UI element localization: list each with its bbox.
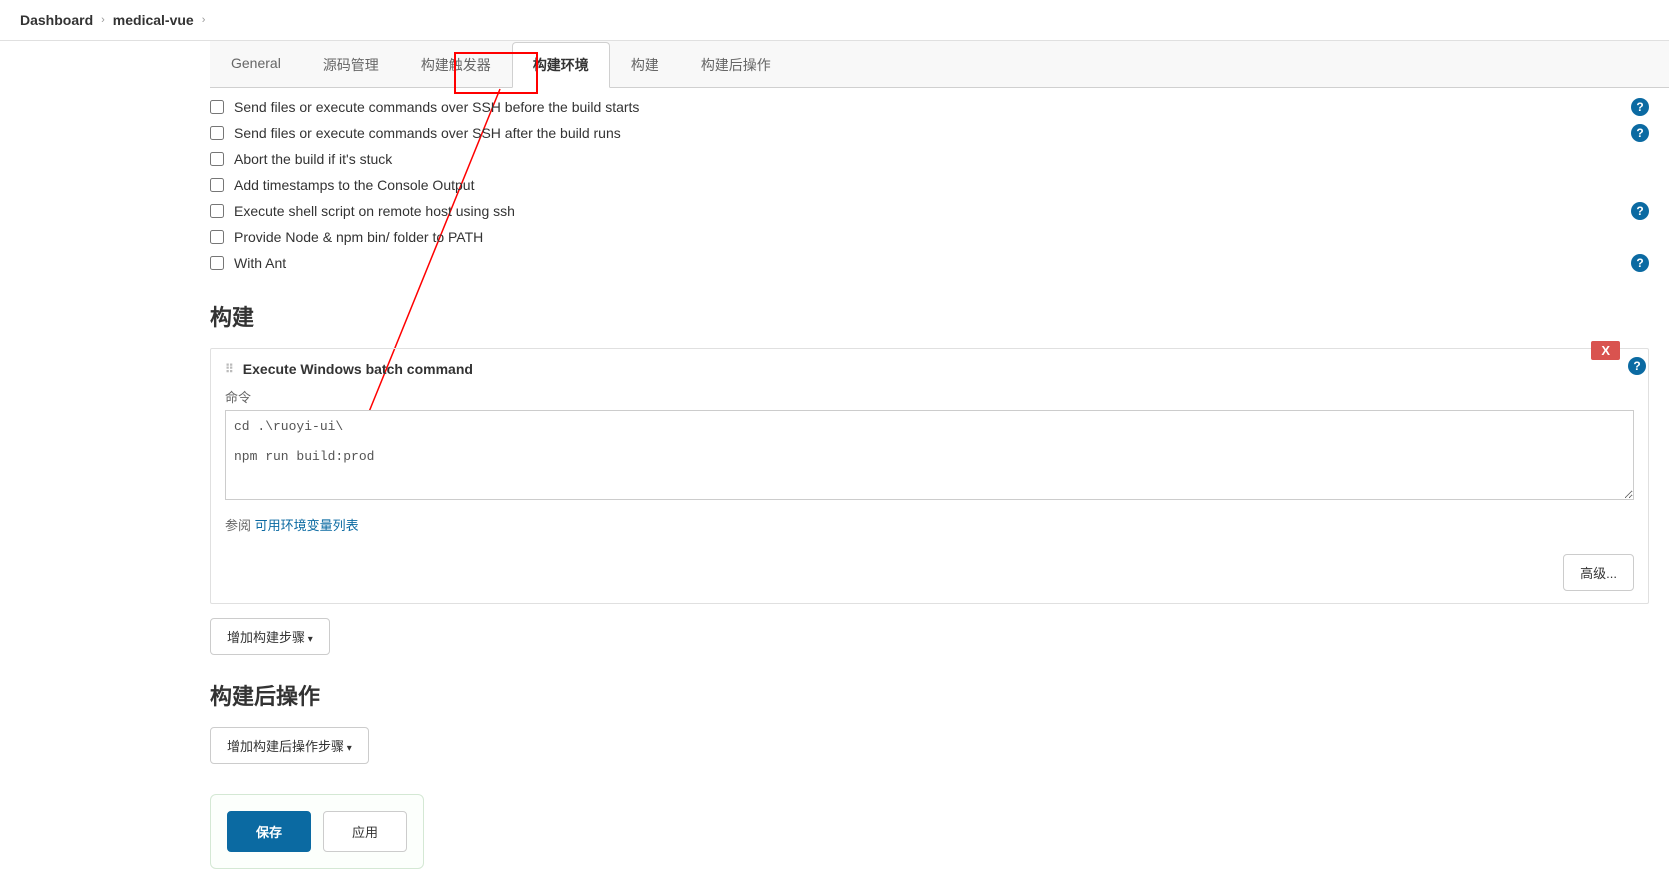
apply-button[interactable]: 应用 [323, 811, 407, 852]
env-checkbox[interactable] [210, 152, 224, 166]
help-icon[interactable]: ? [1631, 254, 1649, 272]
help-icon[interactable]: ? [1628, 357, 1646, 375]
config-tabs: General 源码管理 构建触发器 构建环境 构建 构建后操作 [210, 41, 1669, 88]
drag-handle-icon[interactable]: ⠿ [225, 362, 235, 376]
help-icon[interactable]: ? [1631, 124, 1649, 142]
env-label[interactable]: Execute shell script on remote host usin… [234, 203, 515, 219]
env-checkbox[interactable] [210, 230, 224, 244]
add-build-step-button[interactable]: 增加构建步骤 [210, 618, 330, 655]
help-icon[interactable]: ? [1631, 202, 1649, 220]
tab-build[interactable]: 构建 [610, 42, 680, 88]
breadcrumb-item-dashboard[interactable]: Dashboard [20, 12, 93, 28]
help-icon[interactable]: ? [1631, 98, 1649, 116]
env-option-row: Send files or execute commands over SSH … [210, 94, 1649, 120]
env-option-row: With Ant ? [210, 250, 1649, 276]
env-checkbox[interactable] [210, 178, 224, 192]
env-vars-link[interactable]: 可用环境变量列表 [255, 518, 359, 533]
tab-build-env[interactable]: 构建环境 [512, 42, 610, 88]
command-textarea[interactable] [225, 410, 1634, 500]
env-option-row: Send files or execute commands over SSH … [210, 120, 1649, 146]
env-option-row: Add timestamps to the Console Output [210, 172, 1649, 198]
env-checkbox[interactable] [210, 256, 224, 270]
section-title-build: 构建 [210, 300, 1649, 332]
advanced-button[interactable]: 高级... [1563, 554, 1634, 591]
env-checkbox[interactable] [210, 100, 224, 114]
env-option-row: Provide Node & npm bin/ folder to PATH [210, 224, 1649, 250]
breadcrumb: Dashboard › medical-vue › [0, 0, 1669, 41]
section-title-post-build: 构建后操作 [210, 679, 1649, 711]
see-also-text: 参阅 可用环境变量列表 [225, 515, 1634, 534]
delete-step-button[interactable]: X [1591, 341, 1620, 360]
env-checkbox[interactable] [210, 126, 224, 140]
env-label[interactable]: Send files or execute commands over SSH … [234, 125, 621, 141]
build-env-options: Send files or execute commands over SSH … [210, 94, 1649, 276]
footer-actions: 保存 应用 [210, 794, 424, 869]
build-step-header: ⠿ Execute Windows batch command [225, 361, 1634, 377]
env-label[interactable]: Send files or execute commands over SSH … [234, 99, 639, 115]
command-label: 命令 [225, 387, 1634, 406]
save-button[interactable]: 保存 [227, 811, 311, 852]
tab-post-build[interactable]: 构建后操作 [680, 42, 792, 88]
env-label[interactable]: Provide Node & npm bin/ folder to PATH [234, 229, 483, 245]
build-step-name: Execute Windows batch command [243, 361, 473, 377]
tab-scm[interactable]: 源码管理 [302, 42, 400, 88]
tab-general[interactable]: General [210, 42, 302, 88]
env-label[interactable]: Add timestamps to the Console Output [234, 177, 474, 193]
chevron-right-icon: › [101, 14, 105, 26]
breadcrumb-item-project[interactable]: medical-vue [113, 12, 194, 28]
env-label[interactable]: Abort the build if it's stuck [234, 151, 392, 167]
add-post-build-step-button[interactable]: 增加构建后操作步骤 [210, 727, 369, 764]
env-label[interactable]: With Ant [234, 255, 286, 271]
chevron-right-icon: › [202, 14, 206, 26]
env-option-row: Execute shell script on remote host usin… [210, 198, 1649, 224]
env-option-row: Abort the build if it's stuck [210, 146, 1649, 172]
tab-triggers[interactable]: 构建触发器 [400, 42, 512, 88]
env-checkbox[interactable] [210, 204, 224, 218]
build-step: X ? ⠿ Execute Windows batch command 命令 参… [210, 348, 1649, 604]
